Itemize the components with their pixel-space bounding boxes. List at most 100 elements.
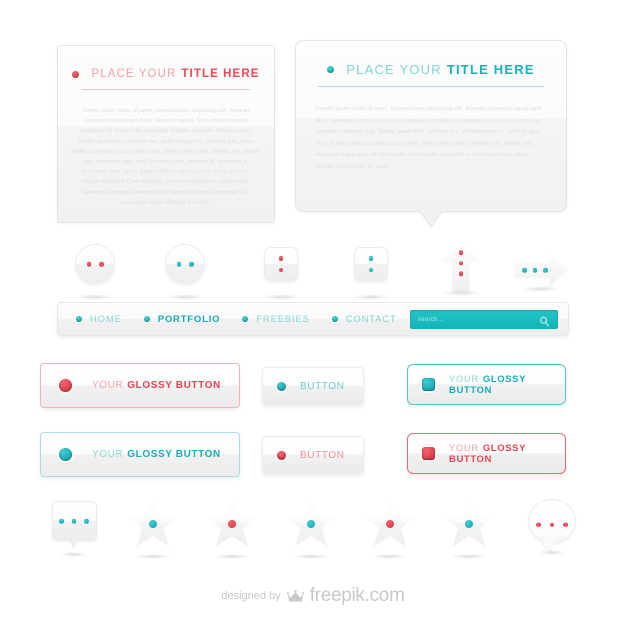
search-input[interactable]: search... <box>410 317 444 323</box>
glossy-button-teal-outline[interactable]: YOUR GLOSSY BUTTON <box>407 364 566 405</box>
dot-teal-icon <box>71 518 77 524</box>
nav-label: FREEBIES <box>256 313 310 325</box>
dot-red-icon <box>72 70 80 78</box>
dot-teal-icon <box>176 261 181 267</box>
arrow-up-red-dots[interactable] <box>428 240 494 298</box>
content-panel-red: PLACE YOUR TITLE HERE Lorem ipsum dolor s… <box>57 45 275 223</box>
dot-teal-icon <box>368 267 374 272</box>
button-red-plain[interactable]: BUTTON <box>262 436 364 474</box>
dot-red-icon <box>99 261 104 267</box>
dot-teal-icon <box>76 316 82 322</box>
arrow-right-teal-dots[interactable] <box>504 240 578 298</box>
indicator-red-circle-icon <box>277 450 286 460</box>
drop-shadow <box>60 552 88 557</box>
button-label: BUTTON <box>300 449 345 461</box>
dot-teal-icon <box>522 267 527 273</box>
dot-teal-icon <box>149 520 157 528</box>
dot-teal-icon <box>143 316 150 322</box>
dot-group <box>265 256 297 272</box>
nav-item-home[interactable]: HOME <box>76 314 122 325</box>
button-label: YOUR GLOSSY BUTTON <box>92 380 221 391</box>
star-shape <box>444 500 494 547</box>
dot-red-icon <box>458 250 464 255</box>
drop-shadow <box>372 554 408 559</box>
indicator-teal-circle-icon <box>277 381 286 391</box>
indicator-teal-circle-icon <box>59 448 72 461</box>
bubble-square-shape <box>51 501 97 541</box>
nav-label: PORTFOLIO <box>157 313 221 325</box>
dot-red-icon <box>549 522 555 528</box>
nav-item-freebies[interactable]: FREEBIES <box>242 314 309 325</box>
star-teal-icon[interactable] <box>433 497 505 563</box>
freepik-brand-label: freepik.com <box>309 585 405 606</box>
button-label: YOUR GLOSSY BUTTON <box>449 373 526 396</box>
shapes-row <box>0 240 626 300</box>
panel-title-bold: TITLE HERE <box>446 62 535 77</box>
drop-shadow <box>293 554 329 559</box>
dot-group <box>76 261 114 267</box>
star-teal-icon[interactable] <box>275 497 347 563</box>
navigation-bar: HOME PORTFOLIO FREEBIES CONTACT search..… <box>57 302 569 336</box>
dot-teal-icon <box>242 316 249 322</box>
dot-group <box>355 256 387 272</box>
indicator-teal-square-icon <box>422 378 435 391</box>
designed-by-label: designed by <box>221 590 281 602</box>
speech-bubble-round-icon[interactable] <box>516 497 588 563</box>
circle-shape <box>75 244 115 284</box>
circle-two-red-dots[interactable] <box>62 240 128 300</box>
panel-title-light: PLACE YOUR <box>346 62 442 77</box>
magnifier-icon[interactable] <box>539 314 550 332</box>
drop-shadow <box>521 286 561 292</box>
indicator-red-square-icon <box>422 447 435 460</box>
star-teal-icon[interactable] <box>117 497 189 563</box>
drop-shadow <box>135 554 171 559</box>
dot-group <box>166 261 204 267</box>
nav-item-portfolio[interactable]: PORTFOLIO <box>143 313 221 325</box>
button-teal-plain[interactable]: BUTTON <box>262 367 364 405</box>
nav-items: HOME PORTFOLIO FREEBIES CONTACT <box>58 314 419 325</box>
nav-item-contact[interactable]: CONTACT <box>331 314 397 325</box>
speech-bubble-square-icon[interactable] <box>38 497 110 563</box>
glossy-button-red-outline[interactable]: YOUR GLOSSY BUTTON <box>40 363 240 408</box>
dot-teal-icon <box>84 518 89 524</box>
star-red-icon[interactable] <box>354 497 426 563</box>
dot-red-icon <box>86 261 91 267</box>
dot-group <box>53 518 96 524</box>
panel-title-teal: PLACE YOUR TITLE HERE <box>296 41 566 77</box>
square-shape <box>354 247 388 281</box>
dot-red-icon <box>278 267 284 272</box>
dot-red-icon <box>458 271 464 276</box>
star-shape <box>128 500 178 547</box>
indicator-red-circle-icon <box>59 379 72 392</box>
circle-shape <box>165 244 205 284</box>
glossy-button-teal-outline-circle[interactable]: YOUR GLOSSY BUTTON <box>40 432 240 477</box>
buttons-section: YOUR GLOSSY BUTTON BUTTON YOUR GLOSSY BUTT… <box>0 360 626 485</box>
dot-teal-icon <box>189 261 194 267</box>
content-panel-teal: PLACE YOUR TITLE HERE Lorem ipsum dolor s… <box>295 40 567 228</box>
dot-teal-icon <box>331 316 338 322</box>
crown-icon <box>286 589 304 603</box>
drop-shadow <box>214 554 250 559</box>
search-box[interactable]: search... <box>410 310 558 329</box>
drop-shadow <box>261 294 301 300</box>
dot-teal-icon <box>307 520 315 528</box>
square-shape <box>264 247 298 281</box>
star-shape <box>365 500 415 547</box>
dot-teal-icon <box>59 518 64 524</box>
glossy-button-red-strong[interactable]: YOUR GLOSSY BUTTON <box>407 433 566 474</box>
star-red-icon[interactable] <box>196 497 268 563</box>
dot-red-icon <box>386 520 394 528</box>
dot-teal-icon <box>532 267 538 273</box>
star-shape <box>286 500 336 547</box>
panel-title-light: PLACE YOUR <box>91 68 177 80</box>
dot-teal-icon <box>465 520 473 528</box>
bubble-round-shape <box>528 499 576 544</box>
circle-two-teal-dots[interactable] <box>152 240 218 300</box>
panel-body-text: Lorem ipsum dolor sit amet, consectetuer… <box>72 108 260 206</box>
square-two-teal-dots[interactable] <box>338 240 404 300</box>
drop-shadow <box>351 294 391 300</box>
drop-shadow <box>451 554 487 559</box>
square-two-red-dots[interactable] <box>248 240 314 300</box>
dot-teal-icon <box>368 256 374 261</box>
dot-group <box>441 250 481 276</box>
